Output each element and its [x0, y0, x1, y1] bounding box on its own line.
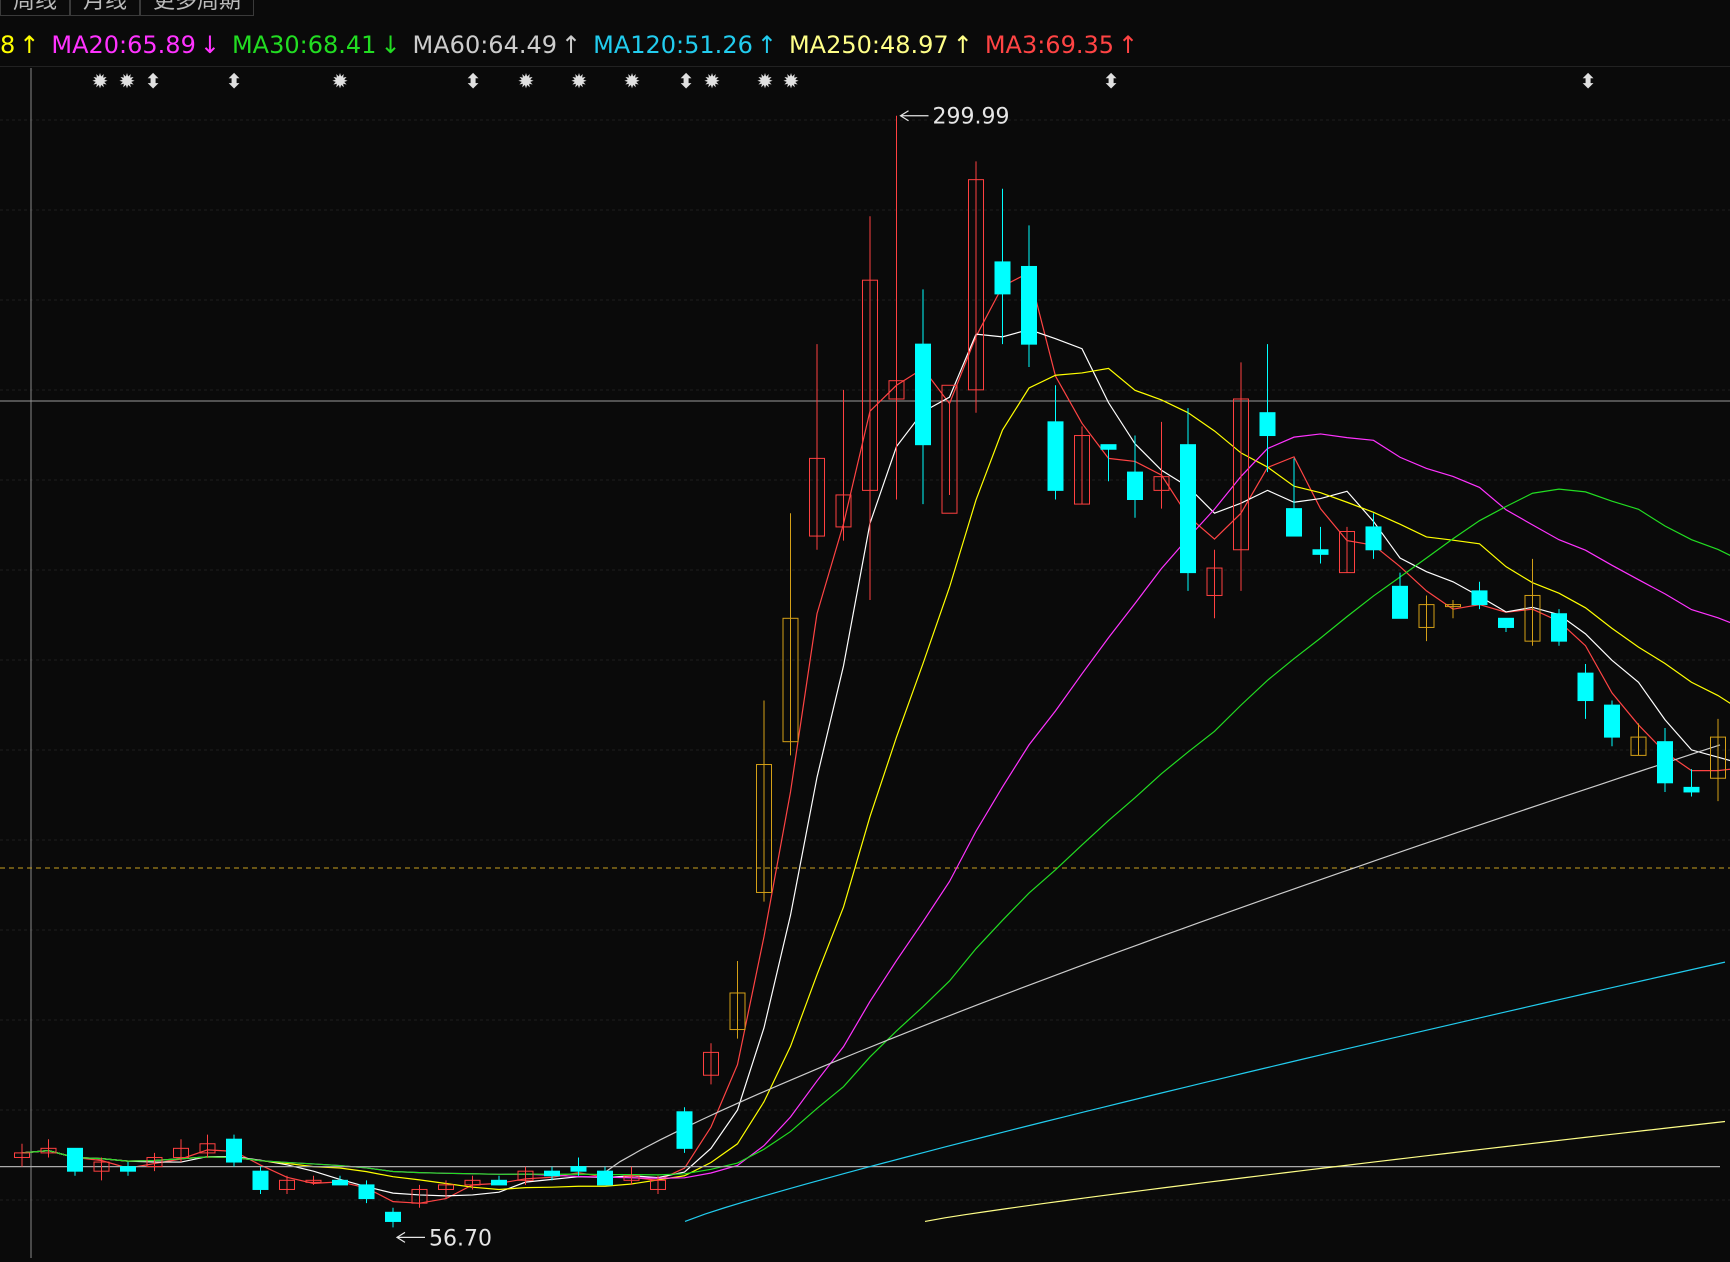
ma3-line: [21, 271, 1730, 1204]
candle-body: [1180, 444, 1196, 574]
ma250-line: [924, 1120, 1726, 1223]
candle-body: [570, 1166, 587, 1172]
candle-body: [1683, 786, 1700, 793]
candle-body: [1365, 526, 1382, 551]
event-marker-icon: ✹: [704, 69, 721, 93]
candle-body: [358, 1184, 375, 1200]
candle-body: [544, 1170, 560, 1177]
event-marker-icon: ✹: [571, 69, 588, 93]
event-marker-icon: ✹: [624, 69, 641, 93]
event-marker-icon: ✹: [783, 69, 800, 93]
candle-body: [1577, 672, 1594, 702]
event-marker-icon: ✹: [332, 69, 349, 93]
candle-body: [1604, 704, 1620, 738]
stock-chart-window: 周线 月线 更多周期 8 ↑ MA20:65.89 ↓ MA30:68.41 ↓ MA60:…: [0, 0, 1730, 1262]
event-marker-icon: ⬍: [1580, 69, 1597, 93]
candle-body: [1021, 265, 1037, 345]
low-price-label: 56.70: [429, 1226, 492, 1251]
candle-body: [1657, 741, 1673, 784]
candle-body: [1551, 613, 1567, 642]
candle-body: [597, 1170, 613, 1186]
candle-body: [1259, 412, 1276, 437]
event-marker-icon: ⬍: [678, 69, 695, 93]
candle-body: [1312, 549, 1329, 555]
ma60-line-rise: [599, 744, 1721, 1177]
high-price-label: 299.99: [933, 105, 1010, 130]
event-marker-icon: ⬍: [226, 69, 243, 93]
ma20-line: [21, 433, 1730, 1179]
candle-body: [252, 1170, 269, 1190]
event-marker-icon: ✹: [119, 69, 136, 93]
candle-body: [1100, 444, 1117, 450]
event-marker-icon: ✹: [92, 69, 109, 93]
candle-body: [67, 1147, 83, 1172]
candle-body: [1392, 585, 1408, 619]
event-marker-icon: ✹: [518, 69, 535, 93]
ma10-line: [21, 367, 1730, 1191]
event-marker-icon: ✹: [757, 69, 774, 93]
candle-body: [332, 1179, 348, 1186]
candlestick-chart[interactable]: ✹ ✹ ⬍ ⬍ ✹ ⬍ ✹ ✹ ✹ ⬍ ✹ ✹ ✹ ⬍ ⬍ 299.99 56.70: [0, 0, 1730, 1262]
candle-body: [676, 1111, 693, 1149]
candle-body: [226, 1138, 242, 1163]
candle-body: [915, 343, 931, 446]
event-marker-icon: ⬍: [1103, 69, 1120, 93]
candle-body: [385, 1211, 401, 1222]
candle-body: [120, 1166, 136, 1172]
candle-body: [1286, 508, 1302, 537]
candle-body: [491, 1179, 507, 1186]
candle-body: [1498, 617, 1514, 628]
ma5-line: [21, 328, 1730, 1197]
candle-body: [994, 261, 1011, 295]
event-marker-icon: ⬍: [145, 69, 162, 93]
candle-body: [1471, 590, 1488, 606]
candle-body: [1047, 421, 1064, 491]
event-marker-icon: ⬍: [465, 69, 482, 93]
candle-body: [1127, 471, 1143, 501]
